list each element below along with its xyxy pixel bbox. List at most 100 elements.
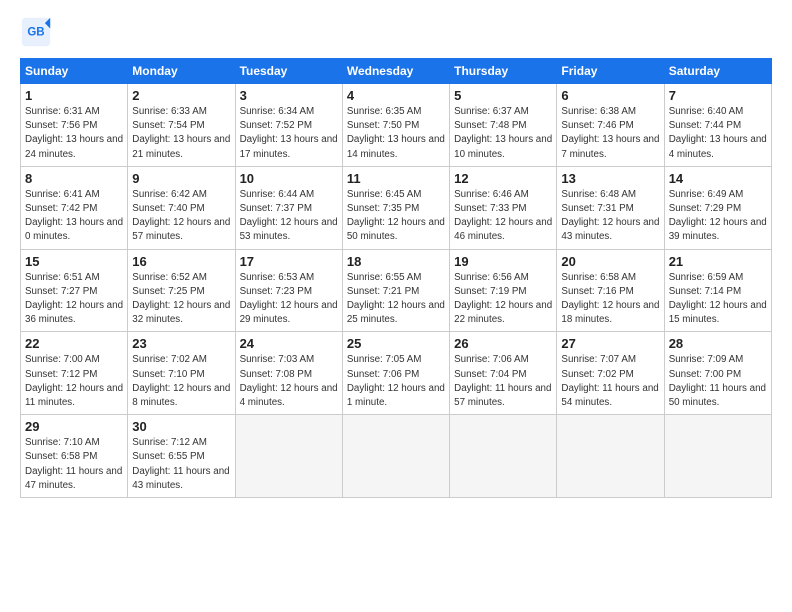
day-cell: 2 Sunrise: 6:33 AM Sunset: 7:54 PM Dayli…: [128, 84, 235, 167]
sunrise-text: Sunrise: 6:56 AM: [454, 272, 529, 283]
sunrise-text: Sunrise: 6:37 AM: [454, 106, 529, 117]
day-cell: 28 Sunrise: 7:09 AM Sunset: 7:00 PM Dayl…: [664, 332, 771, 415]
day-info: Sunrise: 6:37 AM Sunset: 7:48 PM Dayligh…: [454, 105, 552, 162]
week-row-4: 22 Sunrise: 7:00 AM Sunset: 7:12 PM Dayl…: [21, 332, 772, 415]
sunset-text: Sunset: 7:12 PM: [25, 369, 97, 380]
daylight-text: Daylight: 12 hours and 46 minutes.: [454, 217, 552, 242]
day-cell: 11 Sunrise: 6:45 AM Sunset: 7:35 PM Dayl…: [342, 166, 449, 249]
weekday-header-sunday: Sunday: [21, 59, 128, 84]
day-cell: 30 Sunrise: 7:12 AM Sunset: 6:55 PM Dayl…: [128, 415, 235, 498]
day-cell: 23 Sunrise: 7:02 AM Sunset: 7:10 PM Dayl…: [128, 332, 235, 415]
svg-text:GB: GB: [27, 27, 44, 39]
sunset-text: Sunset: 6:58 PM: [25, 451, 97, 462]
day-info: Sunrise: 7:02 AM Sunset: 7:10 PM Dayligh…: [132, 353, 230, 410]
day-number: 13: [561, 171, 659, 186]
day-number: 15: [25, 254, 123, 269]
day-cell: [664, 415, 771, 498]
daylight-text: Daylight: 12 hours and 53 minutes.: [240, 217, 338, 242]
day-info: Sunrise: 7:05 AM Sunset: 7:06 PM Dayligh…: [347, 353, 445, 410]
weekday-header-thursday: Thursday: [450, 59, 557, 84]
day-cell: 1 Sunrise: 6:31 AM Sunset: 7:56 PM Dayli…: [21, 84, 128, 167]
day-info: Sunrise: 6:58 AM Sunset: 7:16 PM Dayligh…: [561, 271, 659, 328]
sunrise-text: Sunrise: 7:03 AM: [240, 354, 315, 365]
daylight-text: Daylight: 13 hours and 24 minutes.: [25, 134, 123, 159]
page: GB SundayMondayTuesdayWednesdayThursdayF…: [0, 0, 792, 508]
day-cell: 9 Sunrise: 6:42 AM Sunset: 7:40 PM Dayli…: [128, 166, 235, 249]
daylight-text: Daylight: 13 hours and 4 minutes.: [669, 134, 767, 159]
day-info: Sunrise: 6:44 AM Sunset: 7:37 PM Dayligh…: [240, 188, 338, 245]
day-info: Sunrise: 6:46 AM Sunset: 7:33 PM Dayligh…: [454, 188, 552, 245]
day-number: 25: [347, 336, 445, 351]
sunset-text: Sunset: 7:44 PM: [669, 120, 741, 131]
sunrise-text: Sunrise: 6:52 AM: [132, 272, 207, 283]
day-cell: [235, 415, 342, 498]
daylight-text: Daylight: 12 hours and 57 minutes.: [132, 217, 230, 242]
sunset-text: Sunset: 7:10 PM: [132, 369, 204, 380]
daylight-text: Daylight: 12 hours and 29 minutes.: [240, 300, 338, 325]
sunrise-text: Sunrise: 6:55 AM: [347, 272, 422, 283]
daylight-text: Daylight: 13 hours and 7 minutes.: [561, 134, 659, 159]
day-cell: 4 Sunrise: 6:35 AM Sunset: 7:50 PM Dayli…: [342, 84, 449, 167]
day-cell: 14 Sunrise: 6:49 AM Sunset: 7:29 PM Dayl…: [664, 166, 771, 249]
sunset-text: Sunset: 7:16 PM: [561, 286, 633, 297]
sunset-text: Sunset: 7:40 PM: [132, 203, 204, 214]
day-cell: 22 Sunrise: 7:00 AM Sunset: 7:12 PM Dayl…: [21, 332, 128, 415]
weekday-header-tuesday: Tuesday: [235, 59, 342, 84]
sunset-text: Sunset: 7:56 PM: [25, 120, 97, 131]
day-number: 21: [669, 254, 767, 269]
daylight-text: Daylight: 12 hours and 11 minutes.: [25, 383, 123, 408]
sunset-text: Sunset: 7:27 PM: [25, 286, 97, 297]
day-number: 26: [454, 336, 552, 351]
day-number: 11: [347, 171, 445, 186]
day-number: 14: [669, 171, 767, 186]
daylight-text: Daylight: 12 hours and 32 minutes.: [132, 300, 230, 325]
week-row-2: 8 Sunrise: 6:41 AM Sunset: 7:42 PM Dayli…: [21, 166, 772, 249]
daylight-text: Daylight: 12 hours and 43 minutes.: [561, 217, 659, 242]
sunrise-text: Sunrise: 6:31 AM: [25, 106, 100, 117]
sunrise-text: Sunrise: 6:53 AM: [240, 272, 315, 283]
day-info: Sunrise: 6:33 AM Sunset: 7:54 PM Dayligh…: [132, 105, 230, 162]
daylight-text: Daylight: 11 hours and 54 minutes.: [561, 383, 658, 408]
daylight-text: Daylight: 11 hours and 43 minutes.: [132, 466, 229, 491]
sunset-text: Sunset: 7:21 PM: [347, 286, 419, 297]
day-info: Sunrise: 6:49 AM Sunset: 7:29 PM Dayligh…: [669, 188, 767, 245]
sunset-text: Sunset: 7:23 PM: [240, 286, 312, 297]
sunrise-text: Sunrise: 6:48 AM: [561, 189, 636, 200]
daylight-text: Daylight: 12 hours and 25 minutes.: [347, 300, 445, 325]
weekday-header-row: SundayMondayTuesdayWednesdayThursdayFrid…: [21, 59, 772, 84]
day-info: Sunrise: 7:00 AM Sunset: 7:12 PM Dayligh…: [25, 353, 123, 410]
weekday-header-friday: Friday: [557, 59, 664, 84]
day-info: Sunrise: 6:53 AM Sunset: 7:23 PM Dayligh…: [240, 271, 338, 328]
day-cell: 20 Sunrise: 6:58 AM Sunset: 7:16 PM Dayl…: [557, 249, 664, 332]
sunset-text: Sunset: 7:50 PM: [347, 120, 419, 131]
sunset-text: Sunset: 7:48 PM: [454, 120, 526, 131]
day-number: 8: [25, 171, 123, 186]
day-info: Sunrise: 6:42 AM Sunset: 7:40 PM Dayligh…: [132, 188, 230, 245]
sunrise-text: Sunrise: 6:49 AM: [669, 189, 744, 200]
sunrise-text: Sunrise: 6:35 AM: [347, 106, 422, 117]
day-number: 18: [347, 254, 445, 269]
sunrise-text: Sunrise: 6:42 AM: [132, 189, 207, 200]
daylight-text: Daylight: 11 hours and 47 minutes.: [25, 466, 122, 491]
day-number: 30: [132, 419, 230, 434]
sunset-text: Sunset: 7:52 PM: [240, 120, 312, 131]
sunrise-text: Sunrise: 6:38 AM: [561, 106, 636, 117]
sunset-text: Sunset: 7:14 PM: [669, 286, 741, 297]
day-cell: 12 Sunrise: 6:46 AM Sunset: 7:33 PM Dayl…: [450, 166, 557, 249]
day-info: Sunrise: 7:12 AM Sunset: 6:55 PM Dayligh…: [132, 436, 230, 493]
daylight-text: Daylight: 13 hours and 10 minutes.: [454, 134, 552, 159]
sunset-text: Sunset: 7:35 PM: [347, 203, 419, 214]
day-number: 19: [454, 254, 552, 269]
sunrise-text: Sunrise: 7:09 AM: [669, 354, 744, 365]
day-number: 5: [454, 88, 552, 103]
sunrise-text: Sunrise: 7:12 AM: [132, 437, 207, 448]
daylight-text: Daylight: 13 hours and 0 minutes.: [25, 217, 123, 242]
sunset-text: Sunset: 7:02 PM: [561, 369, 633, 380]
day-info: Sunrise: 6:38 AM Sunset: 7:46 PM Dayligh…: [561, 105, 659, 162]
daylight-text: Daylight: 12 hours and 22 minutes.: [454, 300, 552, 325]
day-info: Sunrise: 6:34 AM Sunset: 7:52 PM Dayligh…: [240, 105, 338, 162]
daylight-text: Daylight: 12 hours and 8 minutes.: [132, 383, 230, 408]
sunset-text: Sunset: 7:04 PM: [454, 369, 526, 380]
sunset-text: Sunset: 7:37 PM: [240, 203, 312, 214]
day-info: Sunrise: 7:09 AM Sunset: 7:00 PM Dayligh…: [669, 353, 767, 410]
